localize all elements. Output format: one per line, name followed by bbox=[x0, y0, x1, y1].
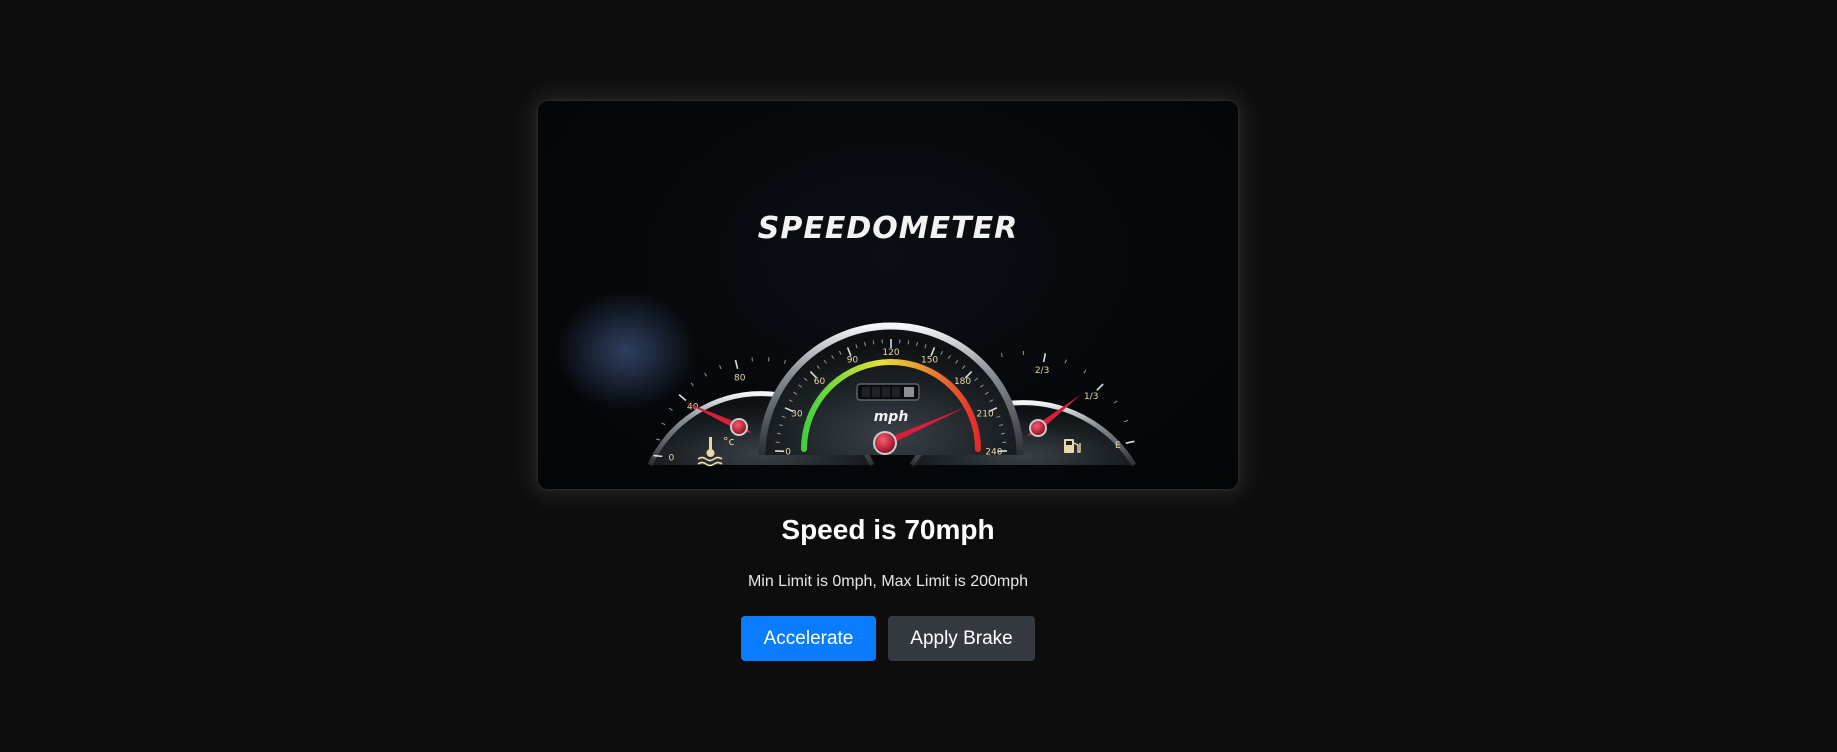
fuel-major-tick bbox=[1096, 383, 1104, 391]
speed-tick-label: 60 bbox=[814, 377, 826, 387]
speed-status: Speed is 70mph bbox=[781, 514, 995, 545]
fuel-minor-tick bbox=[1113, 400, 1118, 404]
speed-limits-text: Min Limit is 0mph, Max Limit is 200mph bbox=[747, 573, 1029, 590]
fuel-minor-tick bbox=[1000, 352, 1003, 358]
odometer-display bbox=[856, 383, 920, 401]
temperature-minor-tick bbox=[719, 365, 722, 370]
apply-brake-button[interactable]: Apply Brake bbox=[888, 616, 1035, 661]
temperature-tick-label: 80 bbox=[734, 374, 746, 384]
fuel-major-tick bbox=[1042, 353, 1047, 363]
gauge-cluster: 04080120 °c F2/31/3E bbox=[556, 291, 1137, 467]
temperature-tick-label: 0 bbox=[668, 453, 674, 463]
speed-tick-label: 180 bbox=[954, 377, 971, 387]
temperature-minor-tick bbox=[668, 407, 673, 411]
fuel-minor-tick bbox=[1123, 419, 1129, 423]
speed-minor-tick bbox=[907, 340, 910, 345]
speed-gauge: 0 30 60 90 120 150 180 210 240 mph bbox=[758, 322, 1024, 458]
page: SPEEDOMETER 0 40 80 °c 2/3 1/3 E 0 30 60… bbox=[0, 0, 1837, 752]
temperature-major-tick bbox=[678, 394, 687, 402]
speed-tick-label: 0 bbox=[785, 448, 791, 458]
fuel-minor-tick bbox=[1064, 359, 1067, 364]
fuel-tick-label: E bbox=[1115, 441, 1121, 451]
speed-tick-label: 150 bbox=[921, 356, 938, 366]
fuel-needle-hub bbox=[1031, 421, 1045, 435]
speed-tick-label: 240 bbox=[985, 448, 1002, 458]
speed-tick-label: 210 bbox=[977, 409, 994, 419]
temperature-minor-tick bbox=[661, 422, 666, 426]
temperature-unit: °c bbox=[723, 435, 735, 448]
speed-tick-label: 120 bbox=[882, 348, 899, 358]
speed-minor-tick bbox=[872, 340, 875, 345]
temperature-minor-tick bbox=[704, 372, 708, 377]
fuel-minor-tick bbox=[1083, 369, 1087, 374]
temperature-major-tick bbox=[734, 359, 739, 369]
speed-unit: mph bbox=[874, 409, 909, 425]
speed-needle-hub bbox=[875, 433, 895, 453]
fuel-tick-label: 2/3 bbox=[1035, 366, 1049, 376]
temperature-minor-tick bbox=[784, 359, 786, 364]
temperature-major-tick bbox=[653, 454, 663, 458]
speed-tick-label: 90 bbox=[847, 356, 859, 366]
fuel-major-tick bbox=[1125, 440, 1135, 444]
speedometer-card: SPEEDOMETER 0 40 80 °c 2/3 1/3 E 0 30 60… bbox=[538, 101, 1238, 489]
fuel-tick-label: 1/3 bbox=[1084, 392, 1098, 402]
accelerate-button[interactable]: Accelerate bbox=[741, 616, 876, 661]
temperature-minor-tick bbox=[656, 438, 661, 441]
speed-tick-label: 30 bbox=[791, 409, 803, 419]
temperature-minor-tick bbox=[690, 382, 694, 387]
temperature-needle-hub bbox=[732, 420, 746, 434]
